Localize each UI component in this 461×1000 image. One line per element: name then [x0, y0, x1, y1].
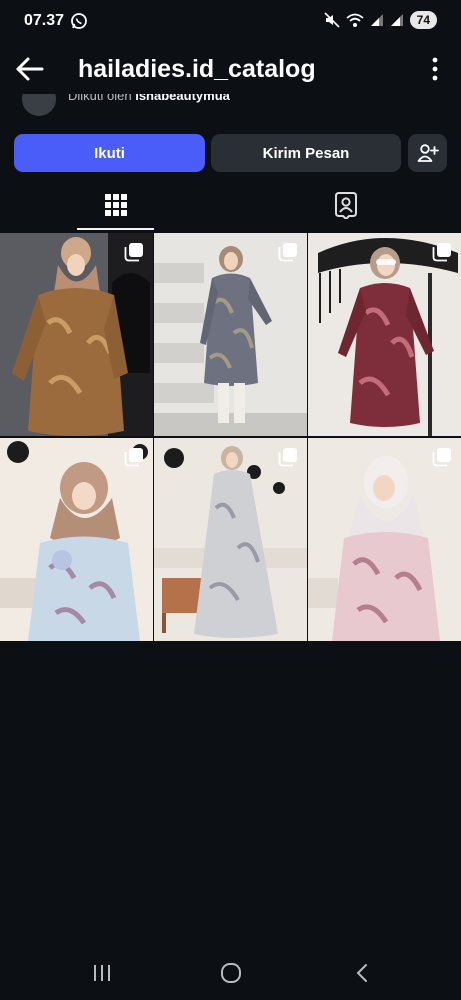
post-image [0, 233, 153, 436]
battery-indicator: 74 [409, 11, 437, 29]
post-image [154, 233, 307, 436]
wifi-icon [346, 13, 364, 27]
profile-actions: Ikuti Kirim Pesan [14, 134, 447, 172]
tab-posts[interactable] [77, 182, 154, 230]
add-person-icon [417, 144, 439, 162]
more-vertical-icon[interactable] [431, 56, 439, 82]
grid-icon [104, 194, 127, 216]
status-bar: 07.37 74 [0, 0, 461, 44]
signal-icon [370, 14, 383, 26]
follow-button[interactable]: Ikuti [14, 134, 205, 172]
multiple-photos-icon [124, 448, 143, 467]
followed-by-text: Diikuti oleh ishabeautymua [68, 94, 230, 103]
add-person-button[interactable] [408, 134, 447, 172]
post-image [308, 438, 461, 641]
post-image [308, 233, 461, 436]
multiple-photos-icon [278, 243, 297, 262]
recent-apps-icon [94, 965, 110, 981]
multiple-photos-icon [124, 243, 143, 262]
tagged-icon [334, 192, 357, 219]
whatsapp-icon [71, 13, 87, 29]
post-thumbnail[interactable] [154, 233, 307, 436]
post-thumbnail[interactable] [308, 438, 461, 641]
post-thumbnail[interactable] [0, 233, 153, 436]
post-image [0, 438, 153, 641]
follower-avatar [20, 94, 58, 116]
multiple-photos-icon [278, 448, 297, 467]
nav-back-button[interactable] [342, 958, 382, 988]
multiple-photos-icon [432, 448, 451, 467]
followed-by-prefix: Diikuti oleh [68, 94, 132, 103]
multiple-photos-icon [432, 243, 451, 262]
post-image [154, 438, 307, 641]
back-icon [356, 964, 367, 982]
mute-icon [324, 12, 340, 28]
profile-tabs [0, 182, 461, 230]
message-button[interactable]: Kirim Pesan [211, 134, 401, 172]
post-grid [0, 233, 461, 641]
post-thumbnail[interactable] [308, 233, 461, 436]
followed-by-name: ishabeautymua [135, 94, 230, 103]
recent-apps-button[interactable] [82, 958, 122, 988]
tab-tagged[interactable] [307, 182, 384, 228]
page-title: hailadies.id_catalog [78, 55, 316, 83]
system-nav-bar [0, 948, 461, 1000]
arrow-left-icon[interactable] [14, 54, 46, 84]
status-time: 07.37 [24, 12, 65, 29]
followed-by[interactable]: Diikuti oleh ishabeautymua [0, 94, 461, 116]
signal-icon [390, 14, 403, 26]
post-thumbnail[interactable] [154, 438, 307, 641]
post-thumbnail[interactable] [0, 438, 153, 641]
home-icon [221, 963, 241, 983]
home-button[interactable] [211, 958, 251, 988]
status-icons: 74 [324, 11, 437, 29]
profile-header: hailadies.id_catalog [0, 44, 461, 94]
